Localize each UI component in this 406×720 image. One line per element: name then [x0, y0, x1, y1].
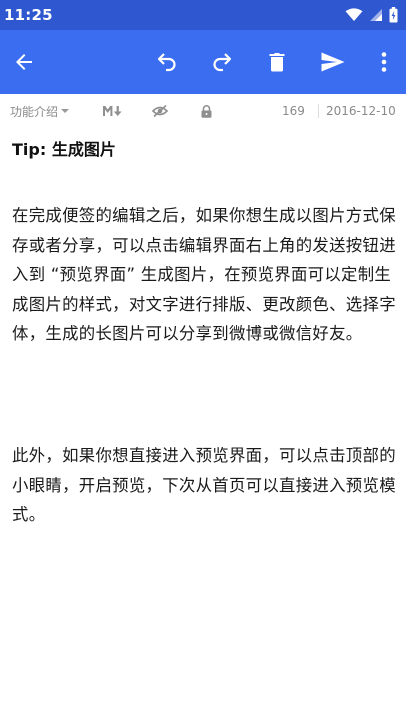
meta-divider: [318, 104, 319, 118]
signal-icon: [370, 9, 382, 21]
category-label: 功能介绍: [10, 104, 59, 119]
char-count: 169: [282, 104, 305, 118]
eye-off-icon: [152, 104, 168, 118]
undo-button[interactable]: [145, 30, 189, 94]
chevron-down-icon: [61, 109, 70, 113]
trash-icon: [269, 53, 285, 72]
more-vert-icon: [381, 52, 387, 72]
send-icon: [321, 52, 345, 72]
send-button[interactable]: [311, 30, 355, 94]
status-icons: [345, 7, 398, 23]
redo-icon: [213, 53, 232, 72]
lock-icon: [201, 104, 211, 118]
more-button[interactable]: [362, 30, 406, 94]
note-date: 2016-12-10: [326, 104, 396, 118]
delete-button[interactable]: [255, 30, 299, 94]
markdown-toggle[interactable]: [100, 94, 126, 128]
toolbar: [0, 30, 406, 94]
markdown-icon: [103, 106, 122, 116]
undo-icon: [157, 53, 176, 72]
note-paragraph: 在完成便签的编辑之后，如果你想生成以图片方式保存或者分享，可以点击编辑界面右上角…: [12, 206, 396, 343]
wifi-icon: [345, 8, 363, 21]
back-button[interactable]: [2, 30, 46, 94]
status-bar: 11:25: [0, 0, 406, 30]
preview-toggle[interactable]: [148, 94, 172, 128]
back-arrow-icon: [16, 54, 32, 70]
meta-bar: 功能介绍 169 2016-12-10: [0, 94, 406, 128]
note-title: Tip: 生成图片: [12, 140, 116, 159]
battery-icon: [389, 7, 398, 23]
category-dropdown[interactable]: 功能介绍: [10, 94, 70, 128]
status-time: 11:25: [4, 6, 53, 24]
lock-toggle[interactable]: [196, 94, 216, 128]
note-paragraph: 此外，如果你想直接进入预览界面，可以点击顶部的小眼睛，开启预览，下次从首页可以直…: [12, 446, 396, 524]
redo-button[interactable]: [200, 30, 244, 94]
